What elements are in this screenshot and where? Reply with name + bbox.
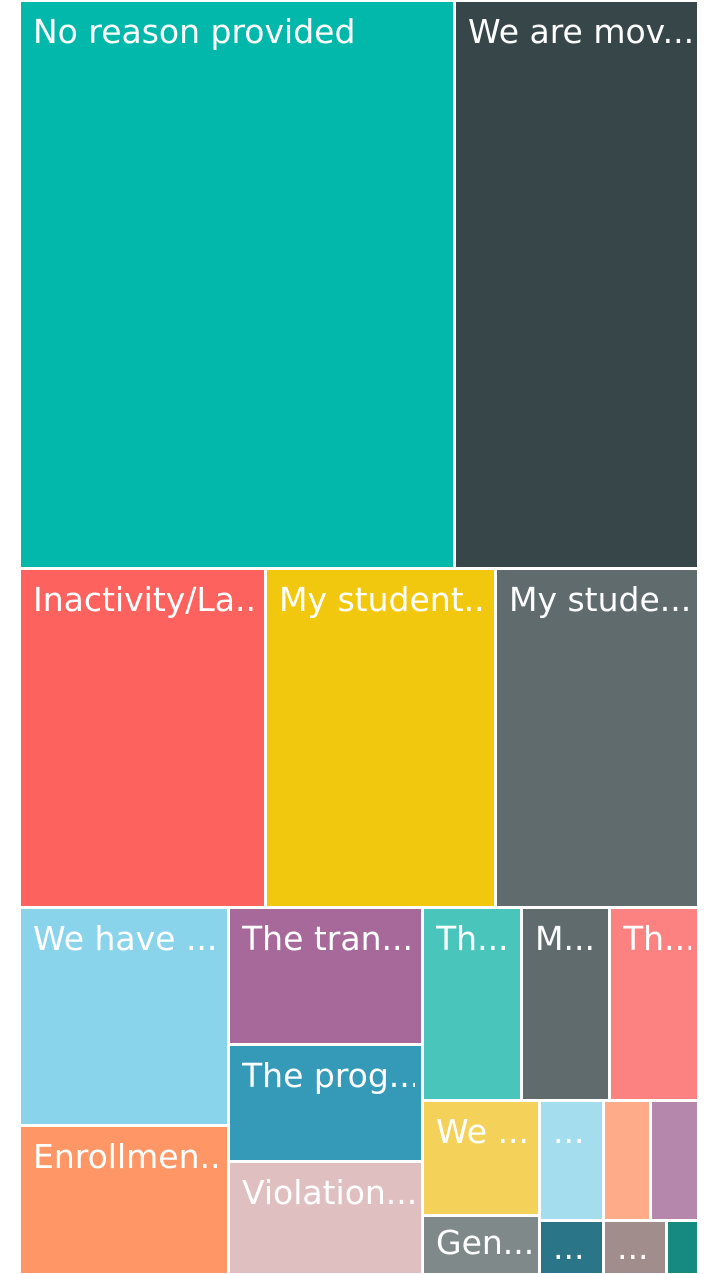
treemap-tile[interactable]	[652, 1102, 697, 1219]
treemap-tile[interactable]: Inactivity/La...	[21, 570, 264, 906]
treemap-tile[interactable]: ...	[605, 1222, 665, 1273]
treemap-tile-label: Gen...	[436, 1223, 532, 1262]
treemap-tile-label: Violation...	[242, 1173, 415, 1212]
treemap-tile-label: M...	[535, 919, 595, 958]
treemap-tile[interactable]: We are mov...	[456, 2, 697, 567]
treemap-tile[interactable]: My stude...	[497, 570, 697, 906]
treemap-tile-label: Inactivity/La...	[33, 580, 258, 619]
treemap-tile[interactable]: Th...	[611, 909, 697, 1099]
treemap-tile-label: Enrollmen...	[33, 1137, 221, 1176]
treemap-tile-label: ...	[553, 1228, 585, 1267]
treemap-tile-label: No reason provided	[33, 12, 356, 51]
treemap-tile-label: ...	[553, 1112, 585, 1151]
treemap-tile[interactable]: The prog...	[230, 1046, 421, 1160]
treemap-tile-label: We are mov...	[468, 12, 691, 51]
treemap-tile-label: The tran...	[242, 919, 413, 958]
treemap-tile-label: We have ...	[33, 919, 218, 958]
treemap-tile[interactable]: My student...	[267, 570, 494, 906]
treemap-tile[interactable]: ...	[541, 1222, 602, 1273]
treemap-tile[interactable]: Th...	[424, 909, 520, 1099]
treemap-tile-label: Th...	[623, 919, 691, 958]
treemap-tile-label: We ...	[436, 1112, 529, 1151]
treemap-tile[interactable]: Gen...	[424, 1217, 538, 1273]
treemap-tile-label: Th...	[436, 919, 509, 958]
treemap-tile[interactable]: We ...	[424, 1102, 538, 1214]
treemap-tile[interactable]	[668, 1222, 697, 1273]
treemap-tile-label: My stude...	[509, 580, 691, 619]
treemap-tile-label: ...	[617, 1228, 649, 1267]
treemap-tile-label: My student...	[279, 580, 488, 619]
treemap-tile[interactable]: M...	[523, 909, 608, 1099]
treemap-tile[interactable]: No reason provided	[21, 2, 453, 567]
treemap-tile[interactable]: Violation...	[230, 1163, 421, 1273]
treemap-tile[interactable]: The tran...	[230, 909, 421, 1043]
treemap-chart: No reason provided We are mov... Inactivit…	[0, 0, 710, 1274]
treemap-tile[interactable]: ...	[541, 1102, 602, 1219]
treemap-tile[interactable]: Enrollmen...	[21, 1127, 227, 1273]
treemap-tile[interactable]: We have ...	[21, 909, 227, 1124]
treemap-tile-label: The prog...	[242, 1056, 415, 1095]
treemap-tile[interactable]	[605, 1102, 649, 1219]
